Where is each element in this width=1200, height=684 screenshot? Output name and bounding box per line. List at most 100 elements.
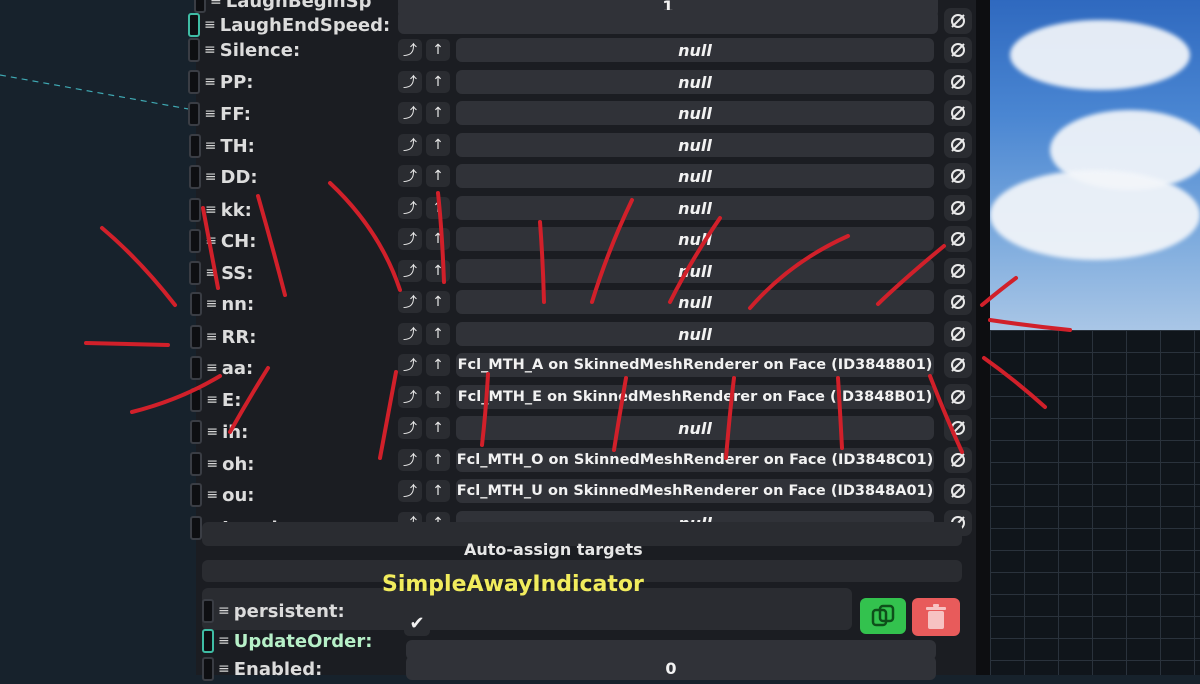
drag-handle[interactable] bbox=[188, 70, 201, 94]
move-up-button[interactable]: ↑ bbox=[426, 102, 450, 124]
auto-assign-button[interactable]: Auto-assign targets bbox=[464, 540, 643, 559]
reference-button[interactable]: ⤴ bbox=[398, 102, 422, 124]
clear-button[interactable] bbox=[944, 100, 972, 126]
move-up-button[interactable]: ↑ bbox=[426, 260, 450, 282]
move-up-button[interactable]: ↑ bbox=[426, 134, 450, 156]
drag-handle[interactable] bbox=[189, 261, 202, 285]
clear-button[interactable] bbox=[944, 226, 972, 252]
target-field[interactable]: null bbox=[456, 290, 934, 314]
clear-button[interactable] bbox=[944, 321, 972, 347]
drag-handle[interactable] bbox=[190, 388, 203, 412]
menu-icon[interactable]: ≡ bbox=[204, 42, 216, 58]
menu-icon[interactable]: ≡ bbox=[205, 202, 217, 218]
drag-handle[interactable] bbox=[188, 38, 200, 62]
move-up-button[interactable]: ↑ bbox=[426, 417, 450, 439]
target-field[interactable]: null bbox=[456, 227, 934, 251]
target-field[interactable]: null bbox=[456, 164, 934, 188]
move-up-button[interactable]: ↑ bbox=[426, 323, 450, 345]
drag-handle[interactable] bbox=[190, 420, 203, 444]
clear-button[interactable] bbox=[944, 37, 972, 63]
target-field[interactable]: null bbox=[456, 416, 934, 440]
reference-button[interactable]: ⤴ bbox=[398, 197, 422, 219]
drag-handle[interactable] bbox=[190, 356, 202, 380]
clear-button[interactable] bbox=[944, 478, 972, 504]
enabled-field[interactable]: 0 bbox=[406, 656, 936, 680]
drag-handle[interactable] bbox=[188, 134, 201, 158]
menu-icon[interactable]: ≡ bbox=[218, 603, 230, 619]
drag-handle[interactable] bbox=[190, 483, 203, 507]
menu-icon[interactable]: ≡ bbox=[206, 456, 218, 472]
target-field[interactable]: Fcl_MTH_U on SkinnedMeshRenderer on Face… bbox=[456, 479, 934, 503]
reference-button[interactable]: ⤴ bbox=[398, 291, 422, 313]
menu-icon[interactable]: ≡ bbox=[206, 424, 218, 440]
menu-icon[interactable]: ≡ bbox=[204, 74, 216, 90]
clear-button[interactable] bbox=[944, 163, 972, 189]
clear-button[interactable] bbox=[944, 447, 972, 473]
target-field[interactable]: null bbox=[456, 322, 934, 346]
menu-icon[interactable]: ≡ bbox=[210, 0, 222, 9]
drag-handle[interactable] bbox=[202, 629, 214, 653]
drag-handle[interactable] bbox=[189, 325, 202, 349]
reference-button[interactable]: ⤴ bbox=[398, 39, 422, 61]
drag-handle[interactable] bbox=[189, 229, 202, 253]
move-up-button[interactable]: ↑ bbox=[426, 165, 450, 187]
drag-handle[interactable] bbox=[188, 102, 201, 126]
target-field[interactable]: null bbox=[456, 101, 934, 125]
menu-icon[interactable]: ≡ bbox=[205, 233, 217, 249]
drag-handle[interactable] bbox=[190, 516, 203, 540]
number-field[interactable] bbox=[398, 10, 938, 34]
menu-icon[interactable]: ≡ bbox=[205, 169, 217, 185]
menu-icon[interactable]: ≡ bbox=[206, 360, 218, 376]
reference-button[interactable]: ⤴ bbox=[398, 480, 422, 502]
reference-button[interactable]: ⤴ bbox=[398, 260, 422, 282]
drag-handle[interactable] bbox=[189, 198, 201, 222]
clear-button[interactable] bbox=[944, 352, 972, 378]
target-field[interactable]: null bbox=[456, 259, 934, 283]
menu-icon[interactable]: ≡ bbox=[204, 17, 216, 33]
menu-icon[interactable]: ≡ bbox=[205, 138, 217, 154]
reference-button[interactable]: ⤴ bbox=[398, 417, 422, 439]
menu-icon[interactable]: ≡ bbox=[206, 487, 218, 503]
reference-button[interactable]: ⤴ bbox=[398, 71, 422, 93]
move-up-button[interactable]: ↑ bbox=[426, 354, 450, 376]
drag-handle[interactable] bbox=[202, 657, 214, 681]
menu-icon[interactable]: ≡ bbox=[206, 329, 218, 345]
drag-handle[interactable] bbox=[190, 452, 203, 476]
clear-button[interactable] bbox=[944, 384, 972, 410]
move-up-button[interactable]: ↑ bbox=[426, 228, 450, 250]
target-field[interactable]: null bbox=[456, 196, 934, 220]
move-up-button[interactable]: ↑ bbox=[426, 480, 450, 502]
drag-handle[interactable] bbox=[189, 292, 202, 316]
clear-button[interactable] bbox=[944, 289, 972, 315]
target-field[interactable]: null bbox=[456, 38, 934, 62]
move-up-button[interactable]: ↑ bbox=[426, 449, 450, 471]
reference-button[interactable]: ⤴ bbox=[398, 165, 422, 187]
clear-button[interactable] bbox=[944, 195, 972, 221]
clear-button[interactable] bbox=[944, 8, 972, 34]
target-field[interactable]: null bbox=[456, 70, 934, 94]
clear-button[interactable] bbox=[944, 415, 972, 441]
move-up-button[interactable]: ↑ bbox=[426, 197, 450, 219]
target-field[interactable]: null bbox=[456, 133, 934, 157]
clear-button[interactable] bbox=[944, 258, 972, 284]
drag-handle[interactable] bbox=[188, 13, 200, 37]
menu-icon[interactable]: ≡ bbox=[204, 106, 216, 122]
move-up-button[interactable]: ↑ bbox=[426, 386, 450, 408]
reference-button[interactable]: ⤴ bbox=[398, 228, 422, 250]
menu-icon[interactable]: ≡ bbox=[206, 392, 218, 408]
target-field[interactable]: Fcl_MTH_O on SkinnedMeshRenderer on Face… bbox=[456, 448, 934, 472]
target-field[interactable]: Fcl_MTH_E on SkinnedMeshRenderer on Face… bbox=[456, 385, 934, 409]
reference-button[interactable]: ⤴ bbox=[398, 323, 422, 345]
reference-button[interactable]: ⤴ bbox=[398, 449, 422, 471]
move-up-button[interactable]: ↑ bbox=[426, 291, 450, 313]
reference-button[interactable]: ⤴ bbox=[398, 134, 422, 156]
move-up-button[interactable]: ↑ bbox=[426, 39, 450, 61]
reference-button[interactable]: ⤴ bbox=[398, 386, 422, 408]
move-up-button[interactable]: ↑ bbox=[426, 71, 450, 93]
clear-button[interactable] bbox=[944, 132, 972, 158]
drag-handle[interactable] bbox=[188, 165, 201, 189]
menu-icon[interactable]: ≡ bbox=[206, 296, 218, 312]
clear-button[interactable] bbox=[944, 69, 972, 95]
reference-button[interactable]: ⤴ bbox=[398, 354, 422, 376]
menu-icon[interactable]: ≡ bbox=[205, 265, 217, 281]
